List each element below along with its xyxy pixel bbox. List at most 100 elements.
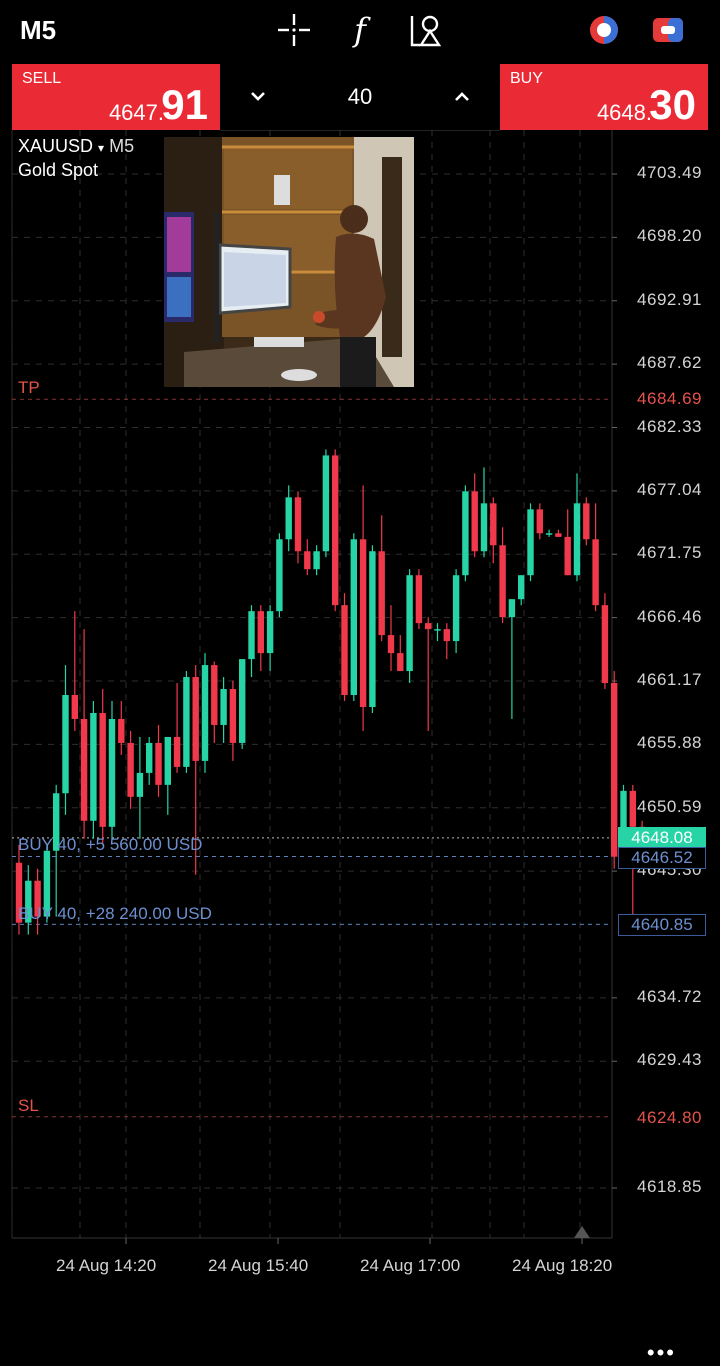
symbol-selector[interactable]: XAUUSD ▾ M5 <box>18 136 134 157</box>
price-tick-label: 4687.62 <box>637 353 702 373</box>
candle-bullish <box>434 629 441 631</box>
candle-bearish <box>257 611 264 654</box>
chart-shift-icon <box>574 1226 590 1238</box>
crosshair-icon[interactable] <box>274 10 314 50</box>
volume-increase-button[interactable] <box>444 80 480 114</box>
position-1-price-label: 4646.52 <box>618 847 706 869</box>
time-tick-label: 24 Aug 18:20 <box>512 1256 613 1275</box>
volume-decrease-button[interactable] <box>240 80 276 114</box>
more-options-icon[interactable]: ••• <box>647 1340 676 1366</box>
price-tick-label: 4698.20 <box>637 226 702 246</box>
tp-price-label: 4684.69 <box>637 389 702 409</box>
candle-bearish <box>583 503 590 540</box>
candle-bearish <box>564 536 571 576</box>
volume-control: 40 <box>220 64 500 131</box>
price-tick-label: 4682.33 <box>637 416 702 436</box>
time-tick-label: 24 Aug 14:20 <box>56 1256 157 1275</box>
candle-bearish <box>536 509 543 534</box>
candle-bullish <box>164 736 171 785</box>
candle-bearish <box>359 539 367 707</box>
price-tick-label: 4677.04 <box>637 479 702 499</box>
candle-bearish <box>490 503 497 546</box>
price-tick-label: 4692.91 <box>637 289 702 309</box>
candle-bullish <box>406 575 413 672</box>
candle-bullish <box>452 575 460 642</box>
candle-bearish <box>415 575 423 624</box>
candle-bearish <box>601 605 609 684</box>
time-tick-label: 24 Aug 15:40 <box>208 1256 309 1275</box>
tp-label: TP <box>18 378 40 397</box>
candle-bearish <box>499 545 506 618</box>
price-tick-label: 4629.43 <box>637 1050 702 1070</box>
candle-bearish <box>592 539 599 606</box>
position-2-label[interactable]: BUY 40, +28 240.00 USD <box>18 904 212 924</box>
candle-bullish <box>322 455 330 552</box>
candle-bullish <box>573 503 581 576</box>
candle-bearish <box>127 742 134 797</box>
candle-bearish <box>99 712 106 827</box>
buy-price-pips: 30 <box>649 81 696 128</box>
symbol-caret-icon: ▾ <box>98 141 105 155</box>
sell-label: SELL <box>22 70 62 87</box>
candle-bearish <box>471 491 478 552</box>
candle-bullish <box>220 689 227 725</box>
candle-bullish <box>248 611 255 660</box>
candle-bearish <box>304 551 311 570</box>
candle-bearish <box>192 677 199 761</box>
buy-button[interactable]: BUY 4648. 30 <box>500 64 708 130</box>
symbol-period: M5 <box>109 136 135 156</box>
sl-label: SL <box>18 1096 39 1115</box>
position-2-price-label: 4640.85 <box>618 914 706 936</box>
candle-bearish <box>443 629 450 642</box>
candle-bearish <box>294 497 302 552</box>
current-price-label: 4648.08 <box>618 827 706 849</box>
sell-price-pips: 91 <box>161 81 208 128</box>
sell-price-main: 4647. <box>108 100 164 125</box>
price-tick-label: 4618.85 <box>637 1177 702 1196</box>
candle-bullish <box>545 533 553 535</box>
sl-price-label: 4624.80 <box>637 1108 702 1128</box>
price-tick-label: 4655.88 <box>637 733 702 753</box>
candle-bullish <box>480 503 488 552</box>
candle-bearish <box>378 551 385 636</box>
price-tick-label: 4650.59 <box>637 796 702 816</box>
time-tick-label: 24 Aug 17:00 <box>360 1256 461 1275</box>
price-tick-label: 4661.17 <box>637 670 702 689</box>
candle-bullish <box>350 539 357 696</box>
candle-bullish <box>201 665 209 761</box>
price-tick-label: 4666.46 <box>637 606 702 626</box>
candle-bullish <box>62 695 69 794</box>
candle-bullish <box>239 659 246 743</box>
candle-bearish <box>555 533 562 537</box>
candle-bearish <box>425 623 432 630</box>
one-click-trading-icon[interactable] <box>584 10 624 50</box>
buy-label: BUY <box>510 70 543 87</box>
candle-bearish <box>118 718 125 743</box>
candle-bullish <box>266 611 274 654</box>
chart-toggle-icon[interactable] <box>648 10 688 50</box>
position-1-label[interactable]: BUY 40, +5 560.00 USD <box>18 835 202 855</box>
video-overlay-photo <box>164 137 414 387</box>
candle-bearish <box>629 790 636 827</box>
objects-icon[interactable] <box>404 10 448 50</box>
candle-bullish <box>527 509 534 576</box>
candle-bullish <box>518 575 525 600</box>
candle-bearish <box>211 665 218 725</box>
symbol-description: Gold Spot <box>18 160 99 180</box>
candle-bullish <box>108 718 116 827</box>
candle-bearish <box>332 455 339 606</box>
candle-bearish <box>80 718 88 821</box>
candle-bullish <box>462 491 469 576</box>
candle-bearish <box>611 683 618 857</box>
indicators-icon[interactable]: f <box>340 10 380 50</box>
candle-bearish <box>229 689 237 743</box>
buy-price-main: 4648. <box>596 100 652 125</box>
symbol-name: XAUUSD <box>18 136 94 156</box>
price-tick-label: 4703.49 <box>637 163 702 182</box>
candle-bearish <box>71 695 78 719</box>
toolbar: M5 f <box>0 0 720 62</box>
candle-bullish <box>369 551 376 707</box>
volume-input[interactable]: 40 <box>320 84 400 110</box>
timeframe-button[interactable]: M5 <box>20 10 80 50</box>
sell-button[interactable]: SELL 4647. 91 <box>12 64 220 130</box>
